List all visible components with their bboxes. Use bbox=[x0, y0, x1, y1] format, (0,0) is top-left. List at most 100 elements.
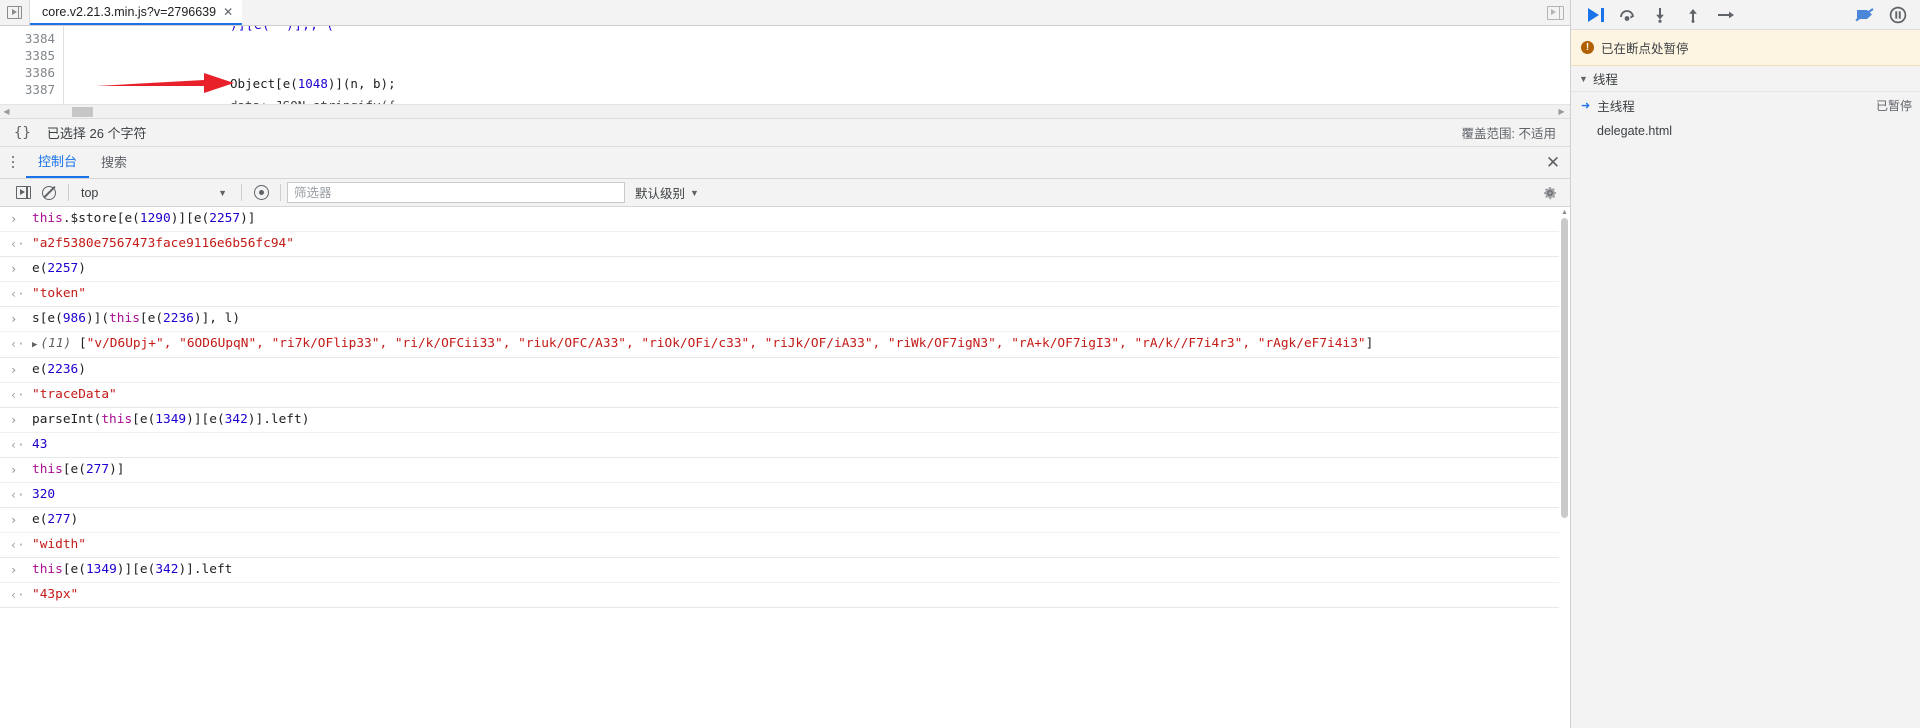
thread-state-badge: 已暂停 bbox=[1875, 98, 1912, 113]
code-token: )]( bbox=[85, 311, 110, 326]
code-token: this bbox=[32, 211, 63, 226]
console-input-row[interactable]: › parseInt(this[e(1349)][e(342)].left) bbox=[0, 408, 1570, 433]
console-log-level-select[interactable]: 默认级别 ▼ bbox=[635, 183, 699, 202]
line-number[interactable]: 3384 bbox=[0, 30, 55, 47]
console-vertical-scrollbar[interactable]: ▲ bbox=[1559, 207, 1570, 728]
scrollbar-thumb[interactable] bbox=[1561, 218, 1568, 518]
input-marker-icon: › bbox=[10, 212, 18, 226]
line-number[interactable]: 3386 bbox=[0, 64, 55, 81]
show-debugger-sidebar-icon[interactable] bbox=[1547, 5, 1564, 20]
console-result-row[interactable]: ‹· "width" bbox=[0, 533, 1570, 558]
console-input-row[interactable]: › this[e(277)] bbox=[0, 458, 1570, 483]
scroll-up-icon[interactable]: ▲ bbox=[1559, 207, 1570, 218]
step-over-button[interactable] bbox=[1610, 0, 1643, 30]
console-row-content: e(2236) bbox=[32, 361, 1570, 379]
console-row-content: "a2f5380e7567473face9116e6b56fc94" bbox=[32, 235, 1570, 253]
show-console-sidebar-icon bbox=[15, 186, 31, 199]
console-row-content: s[e(986)](this[e(2236)], l) bbox=[32, 310, 1570, 328]
result-marker-icon: ‹· bbox=[10, 488, 25, 502]
console-result-row[interactable]: ‹· "43px" bbox=[0, 583, 1570, 608]
console-row-content: e(2257) bbox=[32, 260, 1570, 278]
expand-array-icon[interactable]: ▶ bbox=[32, 340, 37, 350]
code-token: 1349 bbox=[155, 412, 187, 427]
console-sidebar-button[interactable] bbox=[10, 179, 36, 207]
code-content[interactable]: )][e( )];, ( Object[e(1048)](n, b); var … bbox=[64, 26, 1570, 104]
gear-icon[interactable] bbox=[1542, 185, 1558, 201]
deactivate-breakpoints-icon bbox=[1854, 7, 1874, 21]
code-token: this bbox=[32, 462, 63, 477]
code-line-3384[interactable]: Object[e(1048)](n, b); bbox=[64, 75, 1570, 92]
close-drawer-icon[interactable]: ✕ bbox=[1536, 147, 1570, 179]
line-number[interactable]: 3385 bbox=[0, 47, 55, 64]
format-braces-icon[interactable]: {} bbox=[14, 125, 31, 141]
debugger-toolbar bbox=[1571, 0, 1920, 30]
line-number[interactable]: 3387 bbox=[0, 81, 55, 98]
console-input-row[interactable]: › s[e(986)](this[e(2236)], l) bbox=[0, 307, 1570, 332]
console-result-row[interactable]: ‹· 320 bbox=[0, 483, 1570, 508]
thread-file-name[interactable]: delegate.html bbox=[1571, 118, 1920, 144]
step-button[interactable] bbox=[1709, 0, 1742, 30]
pause-on-exceptions-icon bbox=[1889, 6, 1906, 23]
show-navigator-button[interactable] bbox=[0, 0, 30, 25]
console-input-row[interactable]: › this.$store[e(1290)][e(2257)] bbox=[0, 207, 1570, 232]
pause-on-exceptions-button[interactable] bbox=[1881, 0, 1914, 30]
code-token: 2257 bbox=[47, 261, 79, 276]
console-input-row[interactable]: › e(2257) bbox=[0, 257, 1570, 282]
thread-item-main[interactable]: ➜ 主线程 已暂停 bbox=[1571, 92, 1920, 118]
step-into-next-function-call-icon bbox=[1655, 7, 1664, 23]
console-filter-input[interactable] bbox=[287, 182, 625, 203]
code-token: [e( bbox=[62, 462, 86, 477]
javascript-context-select[interactable]: top ▼ bbox=[75, 182, 235, 204]
debugger-sidebar: ! 已在断点处暂停 ▼ 线程 ➜ 主线程 已暂停 delegate.html bbox=[1570, 0, 1920, 728]
paused-status-text: 已在断点处暂停 bbox=[1601, 42, 1689, 56]
console-input-row[interactable]: › e(2236) bbox=[0, 358, 1570, 383]
code-token: e( bbox=[32, 512, 48, 527]
console-row-content: "token" bbox=[32, 285, 1570, 303]
threads-section-header[interactable]: ▼ 线程 bbox=[1571, 66, 1920, 92]
code-token: )](n, b); bbox=[327, 76, 396, 91]
console-input-row[interactable]: › e(277) bbox=[0, 508, 1570, 533]
more-options-icon[interactable] bbox=[0, 146, 26, 178]
tabstrip-right-actions bbox=[1547, 0, 1570, 25]
file-tab-core-min-js[interactable]: core.v2.21.3.min.js?v=2796639 ✕ bbox=[30, 0, 243, 25]
code-token: )].left) bbox=[247, 412, 310, 427]
scroll-left-icon[interactable]: ◀ bbox=[0, 105, 13, 118]
scrollbar-thumb[interactable] bbox=[72, 107, 93, 117]
context-value: top bbox=[81, 185, 99, 200]
code-token: )] bbox=[109, 462, 125, 477]
clear-console-icon bbox=[42, 185, 56, 200]
step-out-button[interactable] bbox=[1676, 0, 1709, 30]
console-result-row[interactable]: ‹· "traceData" bbox=[0, 383, 1570, 408]
console-result-row[interactable]: ‹· ▶ (11) ["v/D6Upj+", "6OD6UpqN", "ri7k/O… bbox=[0, 332, 1570, 358]
tab-console[interactable]: 控制台 bbox=[26, 146, 90, 178]
code-token: )][e( bbox=[186, 412, 225, 427]
tab-search[interactable]: 搜索 bbox=[89, 147, 139, 178]
code-token: "traceData" bbox=[32, 387, 117, 402]
input-marker-icon: › bbox=[10, 363, 18, 377]
code-token: [e( bbox=[132, 412, 156, 427]
deactivate-breakpoints-button[interactable] bbox=[1848, 0, 1881, 30]
editor-horizontal-scrollbar[interactable]: ◀ ▶ bbox=[0, 104, 1570, 118]
code-token: 2236 bbox=[163, 311, 194, 326]
code-token: 43 bbox=[32, 437, 48, 452]
warning-icon: ! bbox=[1581, 41, 1594, 54]
live-expression-button[interactable] bbox=[248, 179, 274, 207]
clear-console-button[interactable] bbox=[36, 179, 62, 207]
step-into-button[interactable] bbox=[1643, 0, 1676, 30]
code-token: parseInt( bbox=[32, 412, 102, 427]
console-result-row[interactable]: ‹· "a2f5380e7567473face9116e6b56fc94" bbox=[0, 232, 1570, 257]
console-result-row[interactable]: ‹· "token" bbox=[0, 282, 1570, 307]
resume-script-execution-button[interactable] bbox=[1577, 0, 1610, 30]
code-token: ) bbox=[70, 512, 79, 527]
console-input-row[interactable]: › this[e(1349)][e(342)].left bbox=[0, 558, 1570, 583]
step-over-next-function-call-icon bbox=[1619, 9, 1634, 21]
code-editor[interactable]: 3384 3385 3386 3387 )][e( )];, ( Object[… bbox=[0, 26, 1570, 104]
input-marker-icon: › bbox=[10, 563, 18, 577]
console-message-list[interactable]: › this.$store[e(1290)][e(2257)] ‹· "a2f5380… bbox=[0, 207, 1570, 728]
console-result-row[interactable]: ‹· 43 bbox=[0, 433, 1570, 458]
code-token: 2257 bbox=[209, 211, 241, 226]
chevron-down-icon: ▼ bbox=[690, 187, 699, 198]
close-icon[interactable]: ✕ bbox=[223, 6, 233, 18]
drawer-tabstrip: 控制台 搜索 ✕ bbox=[0, 147, 1570, 179]
scroll-right-icon[interactable]: ▶ bbox=[1555, 105, 1568, 118]
